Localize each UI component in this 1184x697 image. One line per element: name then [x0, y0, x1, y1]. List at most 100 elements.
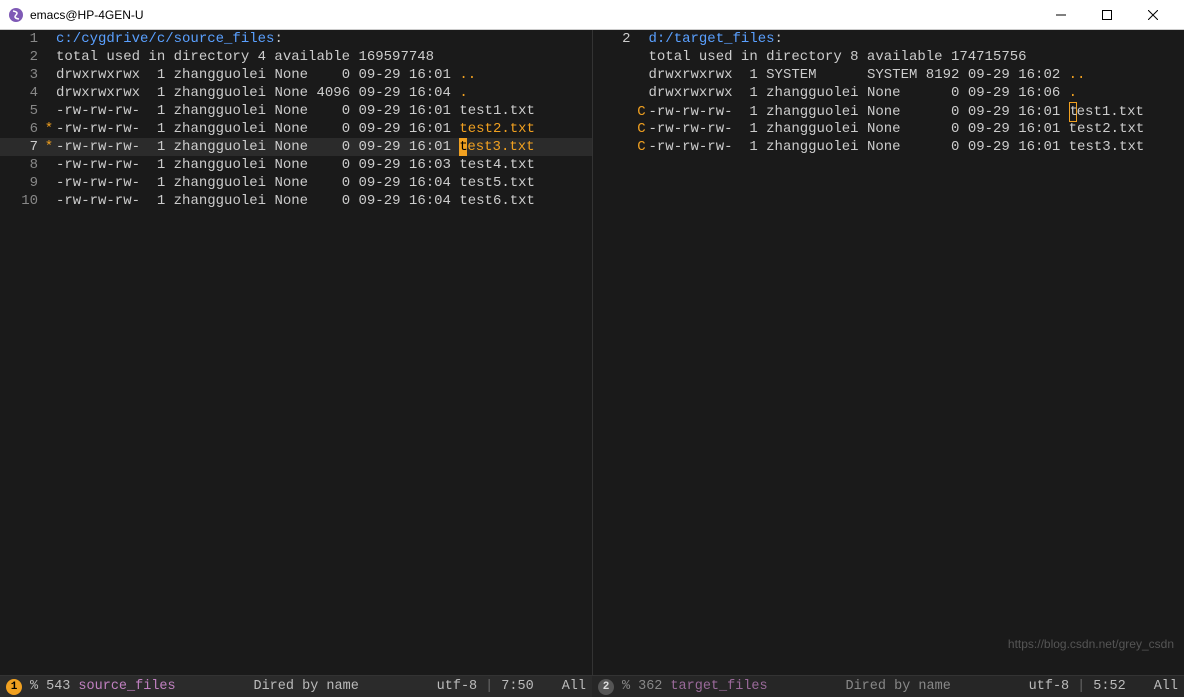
dired-row[interactable]: C-rw-rw-rw- 1 zhangguolei None 0 09-29 1… — [593, 120, 1184, 138]
date: 09-29 — [359, 139, 401, 155]
mark-indicator — [42, 102, 56, 120]
buffer-size: 362 — [638, 679, 662, 694]
dired-row[interactable]: 2 total used in directory 4 available 16… — [0, 48, 592, 66]
owner: zhangguolei — [174, 67, 266, 83]
time: 16:01 — [409, 67, 451, 83]
right-buffer[interactable]: 2 d:/target_files: total used in directo… — [593, 30, 1184, 675]
link-count: 1 — [749, 121, 757, 137]
window-controls — [1038, 0, 1176, 30]
dired-path[interactable]: d:/target_files — [649, 31, 775, 47]
line-number — [593, 84, 635, 102]
filename[interactable]: .. — [1069, 67, 1086, 83]
dired-row[interactable]: total used in directory 8 available 1747… — [593, 48, 1184, 66]
filename[interactable]: test2.txt — [1069, 121, 1145, 137]
owner: zhangguolei — [174, 121, 266, 137]
owner: zhangguolei — [174, 175, 266, 191]
filename[interactable]: test2.txt — [459, 121, 535, 137]
time: 16:03 — [409, 157, 451, 173]
filename[interactable]: est3.txt — [467, 139, 534, 155]
dired-row[interactable]: drwxrwxrwx 1 zhangguolei None 0 09-29 16… — [593, 84, 1184, 102]
close-button[interactable] — [1130, 0, 1176, 30]
cursor: t — [1069, 102, 1077, 122]
filename[interactable]: . — [1069, 85, 1077, 101]
dired-row[interactable]: 8 -rw-rw-rw- 1 zhangguolei None 0 09-29 … — [0, 156, 592, 174]
size: 0 — [316, 139, 350, 155]
date: 09-29 — [359, 85, 401, 101]
size: 4096 — [316, 85, 350, 101]
mark-indicator — [635, 66, 649, 84]
right-pane[interactable]: 2 d:/target_files: total used in directo… — [593, 30, 1184, 675]
date: 09-29 — [968, 121, 1010, 137]
line-number: 2 — [0, 48, 42, 66]
time: 16:04 — [409, 175, 451, 191]
separator: | — [1077, 679, 1085, 694]
dired-row[interactable]: 6*-rw-rw-rw- 1 zhangguolei None 0 09-29 … — [0, 120, 592, 138]
emacs-icon — [8, 7, 24, 23]
date: 09-29 — [359, 175, 401, 191]
filename[interactable]: test3.txt — [1069, 139, 1145, 155]
group: None — [867, 85, 917, 101]
permissions: -rw-rw-rw- — [649, 139, 733, 155]
mark-indicator: C — [635, 103, 649, 121]
group: None — [274, 193, 308, 209]
group: None — [274, 103, 308, 119]
filename[interactable]: .. — [459, 67, 476, 83]
time: 16:01 — [1018, 139, 1060, 155]
size: 0 — [316, 193, 350, 209]
size: 8192 — [926, 67, 960, 83]
dired-row[interactable]: 4 drwxrwxrwx 1 zhangguolei None 4096 09-… — [0, 84, 592, 102]
permissions: -rw-rw-rw- — [56, 121, 140, 137]
major-mode: Dired by name — [253, 679, 358, 694]
dired-row[interactable]: 7*-rw-rw-rw- 1 zhangguolei None 0 09-29 … — [0, 138, 592, 156]
time: 16:01 — [409, 103, 451, 119]
filename[interactable]: test1.txt — [459, 103, 535, 119]
mark-indicator — [42, 192, 56, 210]
group: None — [274, 85, 308, 101]
filename[interactable]: . — [459, 85, 467, 101]
owner: zhangguolei — [174, 85, 266, 101]
filename[interactable]: test6.txt — [459, 193, 535, 209]
permissions: drwxrwxrwx — [649, 85, 733, 101]
permissions: -rw-rw-rw- — [649, 121, 733, 137]
dired-row[interactable]: 10 -rw-rw-rw- 1 zhangguolei None 0 09-29… — [0, 192, 592, 210]
size: 0 — [316, 103, 350, 119]
left-buffer[interactable]: 1 c:/cygdrive/c/source_files: 2 total us… — [0, 30, 592, 675]
separator: | — [485, 679, 493, 694]
time: 16:04 — [409, 85, 451, 101]
modified-indicator: % — [622, 679, 630, 694]
group: SYSTEM — [867, 67, 917, 83]
line-number: 2 — [593, 30, 635, 48]
encoding: utf-8 — [1029, 679, 1070, 694]
minimize-button[interactable] — [1038, 0, 1084, 30]
maximize-button[interactable] — [1084, 0, 1130, 30]
filename[interactable]: test4.txt — [459, 157, 535, 173]
group: None — [867, 139, 917, 155]
size: 0 — [926, 85, 960, 101]
time: 16:01 — [409, 121, 451, 137]
link-count: 1 — [749, 67, 757, 83]
left-pane[interactable]: 1 c:/cygdrive/c/source_files: 2 total us… — [0, 30, 593, 675]
modeline-left[interactable]: 1 % 543 source_files Dired by name utf-8… — [0, 675, 592, 697]
mark-indicator — [42, 84, 56, 102]
filename[interactable]: test5.txt — [459, 175, 535, 191]
dired-path[interactable]: c:/cygdrive/c/source_files — [56, 31, 274, 47]
mark-indicator — [42, 156, 56, 174]
dired-row[interactable]: drwxrwxrwx 1 SYSTEM SYSTEM 8192 09-29 16… — [593, 66, 1184, 84]
dired-row[interactable]: C-rw-rw-rw- 1 zhangguolei None 0 09-29 1… — [593, 102, 1184, 120]
dired-row[interactable]: 2 d:/target_files: — [593, 30, 1184, 48]
line-number — [593, 66, 635, 84]
dired-row[interactable]: C-rw-rw-rw- 1 zhangguolei None 0 09-29 1… — [593, 138, 1184, 156]
link-count: 1 — [749, 139, 757, 155]
owner: zhangguolei — [174, 139, 266, 155]
date: 09-29 — [968, 139, 1010, 155]
dired-row[interactable]: 3 drwxrwxrwx 1 zhangguolei None 0 09-29 … — [0, 66, 592, 84]
dired-row[interactable]: 1 c:/cygdrive/c/source_files: — [0, 30, 592, 48]
filename[interactable]: est1.txt — [1077, 104, 1144, 120]
owner: zhangguolei — [174, 157, 266, 173]
dired-row[interactable]: 5 -rw-rw-rw- 1 zhangguolei None 0 09-29 … — [0, 102, 592, 120]
link-count: 1 — [157, 139, 165, 155]
owner: zhangguolei — [766, 121, 858, 137]
dired-row[interactable]: 9 -rw-rw-rw- 1 zhangguolei None 0 09-29 … — [0, 174, 592, 192]
modeline-right[interactable]: 2 % 362 target_files Dired by name utf-8… — [592, 675, 1184, 697]
date: 09-29 — [359, 121, 401, 137]
